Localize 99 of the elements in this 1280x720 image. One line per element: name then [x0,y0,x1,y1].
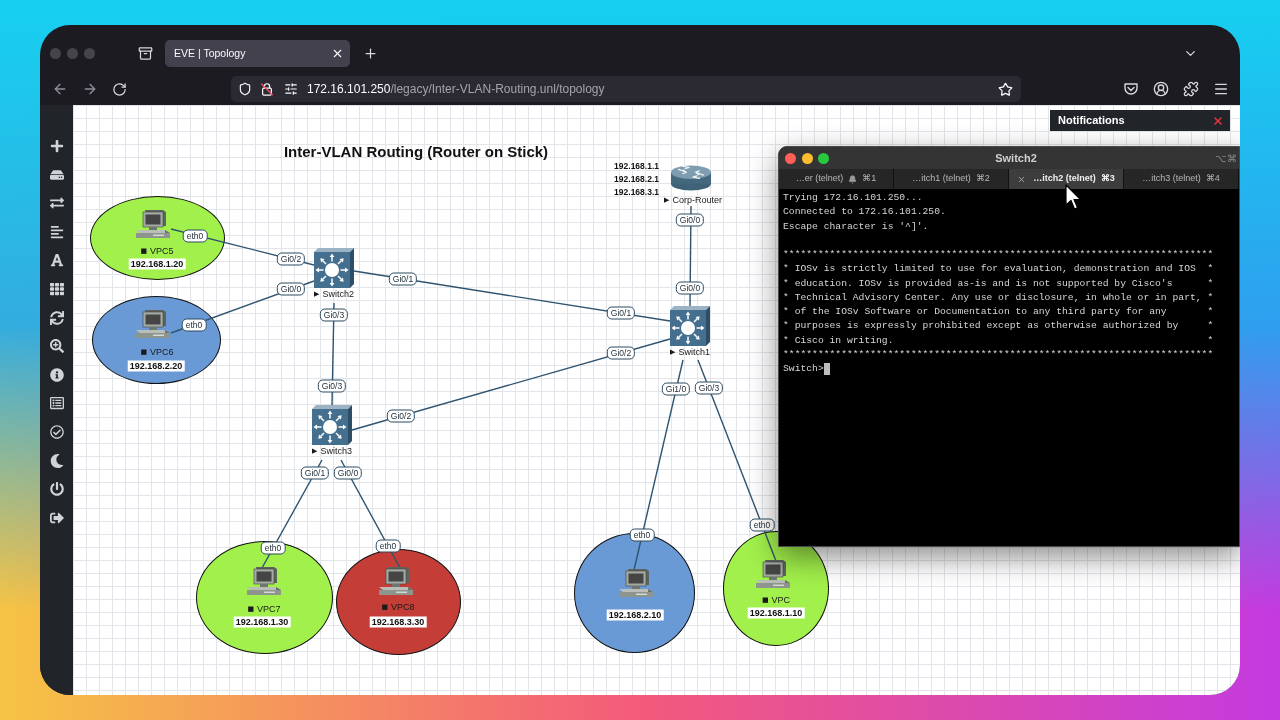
terminal-text: * Cisco in writing. * [783,333,1214,348]
computer-icon[interactable] [135,210,171,240]
node-name: VPC [771,594,791,606]
logout-icon[interactable] [49,510,64,525]
info-icon[interactable] [49,367,64,382]
back-icon[interactable] [52,81,68,97]
port-label: Gi0/3 [694,381,724,395]
port-label: eth0 [181,318,207,332]
port-label: eth0 [182,229,208,243]
window-title: Switch2 [994,150,1037,166]
port-label: eth0 [260,541,286,555]
minimize-window-icon[interactable] [801,152,813,164]
node-name: VPC7 [257,603,281,615]
switch-icon[interactable] [314,248,354,288]
ip-label: 192.168.3.30 [369,616,427,628]
computer-icon[interactable] [378,567,414,597]
terminal-text: * of the IOSv Software or Documentation to any third party for any * [783,305,1214,319]
ip-label: 192.168.1.30 [233,616,291,628]
maximize-window-icon[interactable] [818,152,829,164]
port-label: Gi1/0 [661,382,691,396]
port-label: Gi0/1 [300,466,330,480]
ip-label: 192.168.1.1 [614,160,659,173]
router-icon[interactable] [670,164,712,192]
close-tab-icon[interactable] [331,47,344,60]
terminal-text: ************************************************************************** [783,248,1214,262]
ip-label: 192.168.1.10 [747,607,805,619]
port-label: Gi0/2 [606,346,636,360]
font-icon[interactable] [49,253,64,268]
computer-icon[interactable] [246,567,282,597]
node-name: VPC5 [150,245,174,257]
port-label: Gi0/2 [386,409,416,423]
node-name: VPC8 [391,601,415,613]
node-name: VPC6 [150,346,174,358]
ip-label: 192.168.2.1 [614,173,659,186]
power-icon[interactable] [49,482,64,497]
forward-icon[interactable] [82,81,98,97]
account-icon[interactable] [1153,81,1169,97]
port-label: eth0 [375,539,401,553]
node-name: Switch3 [320,445,352,457]
port-label: Gi0/2 [276,252,306,266]
terminal-text: Connected to 172.16.101.250. [783,205,946,220]
ip-label: 192.168.3.1 [614,186,659,199]
bookmark-star-icon[interactable] [998,81,1013,97]
terminal-text: * purposes is expressly prohibited except as otherwise authorized by * [783,319,1214,334]
node-name: Switch2 [322,288,354,300]
align-left-icon[interactable] [49,224,64,239]
computer-icon[interactable] [135,310,171,340]
computer-icon[interactable] [755,560,791,590]
menu-icon[interactable] [1213,81,1229,97]
crossed-lock-icon[interactable] [260,82,274,96]
extensions-icon[interactable] [1183,81,1199,97]
close-tab-icon[interactable] [1017,174,1027,184]
terminal-text: * education. IOSv is provided as-is and is not supported by Cisco's * [783,276,1214,291]
port-label: Gi0/3 [317,379,347,393]
switch-icon[interactable] [670,306,710,346]
port-label: Gi0/1 [606,306,636,320]
terminal-tab[interactable]: …itch2 (telnet) ⌘3 [1009,169,1124,189]
switch-icon[interactable] [312,405,352,445]
close-icon[interactable] [1212,114,1224,127]
swap-arrows-icon[interactable] [49,196,64,211]
reload-icon[interactable] [112,81,127,97]
port-label: eth0 [629,528,655,542]
address-bar[interactable]: 172.16.101.250/legacy/Inter-VLAN-Routing.unl/topology [231,76,1021,102]
add-icon[interactable] [49,139,64,153]
port-label: eth0 [749,518,775,532]
refresh-icon[interactable] [49,310,64,325]
chevron-pouch-icon[interactable] [1123,81,1139,97]
panel-title: Notifications [1058,113,1125,129]
node-name: Corp-Router [672,194,722,206]
shortcut-text: ⌥⌘ [1215,151,1237,166]
shield-icon[interactable] [238,82,252,96]
grid-icon[interactable] [49,281,64,296]
topology-title: Inter-VLAN Routing (Router on Stick) [283,141,549,162]
ip-label: 192.168.1.20 [128,258,186,270]
port-label: Gi0/3 [319,308,349,322]
terminal-text: ************************************************************************** [783,347,1214,362]
tray-icon[interactable] [138,46,153,61]
port-label: Gi0/0 [675,213,705,227]
port-label: Gi0/0 [276,282,306,296]
terminal-text: Trying 172.16.101.250... [783,191,923,205]
ip-label: 192.168.2.10 [606,609,664,621]
port-label: Gi0/1 [388,272,418,286]
new-tab-icon[interactable] [363,46,378,61]
terminal-text: * Technical Advisory Center. Any use or disclosure, in whole or in part, * [783,290,1214,305]
permissions-icon[interactable] [284,82,298,96]
ip-label: 192.168.2.20 [127,360,185,372]
node-name: Switch1 [678,346,710,358]
terminal-text: * IOSv is strictly limited to use for evaluation, demonstration and IOS * [783,262,1214,277]
url-text: 172.16.101.250/legacy/Inter-VLAN-Routing.unl/topology [307,81,605,98]
terminal-text: Escape character is '^]'. [783,219,929,234]
zoom-in-icon[interactable] [49,339,64,354]
computer-icon[interactable] [618,569,654,599]
port-label: Gi0/0 [333,466,363,480]
browser-tab[interactable]: EVE | Topology [165,40,350,67]
port-label: Gi0/0 [675,281,705,295]
moon-icon[interactable] [49,453,64,468]
list-icon[interactable] [49,396,64,411]
close-window-icon[interactable] [785,152,796,164]
terminal-prompt: Switch> [783,362,824,376]
